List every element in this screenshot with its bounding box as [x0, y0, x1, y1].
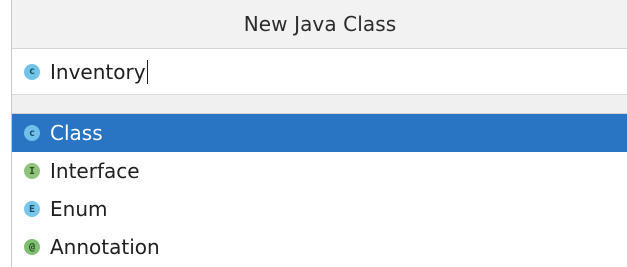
class-name-row[interactable]: c Inventory — [12, 49, 627, 94]
kind-item-interface[interactable]: I Interface — [12, 152, 627, 190]
text-caret — [146, 59, 149, 84]
dialog-titlebar: New Java Class — [12, 0, 627, 49]
kind-item-enum[interactable]: E Enum — [12, 190, 627, 228]
annotation-icon: @ — [24, 239, 40, 255]
dialog-title: New Java Class — [243, 12, 397, 36]
kind-list: c Class I Interface E Enum @ Annotation — [12, 114, 627, 266]
class-name-input[interactable]: Inventory — [50, 58, 570, 86]
new-java-class-dialog: New Java Class c Inventory c Class I Int… — [11, 0, 627, 267]
kind-item-annotation[interactable]: @ Annotation — [12, 228, 627, 266]
enum-icon: E — [24, 201, 40, 217]
class-icon: c — [24, 125, 40, 141]
list-separator — [12, 94, 627, 114]
kind-label: Interface — [50, 159, 140, 183]
kind-item-class[interactable]: c Class — [12, 114, 627, 152]
kind-label: Enum — [50, 197, 108, 221]
interface-icon: I — [24, 163, 40, 179]
class-icon: c — [24, 63, 40, 80]
kind-label: Class — [50, 121, 103, 145]
kind-label: Annotation — [50, 235, 160, 259]
class-name-value: Inventory — [50, 59, 146, 84]
